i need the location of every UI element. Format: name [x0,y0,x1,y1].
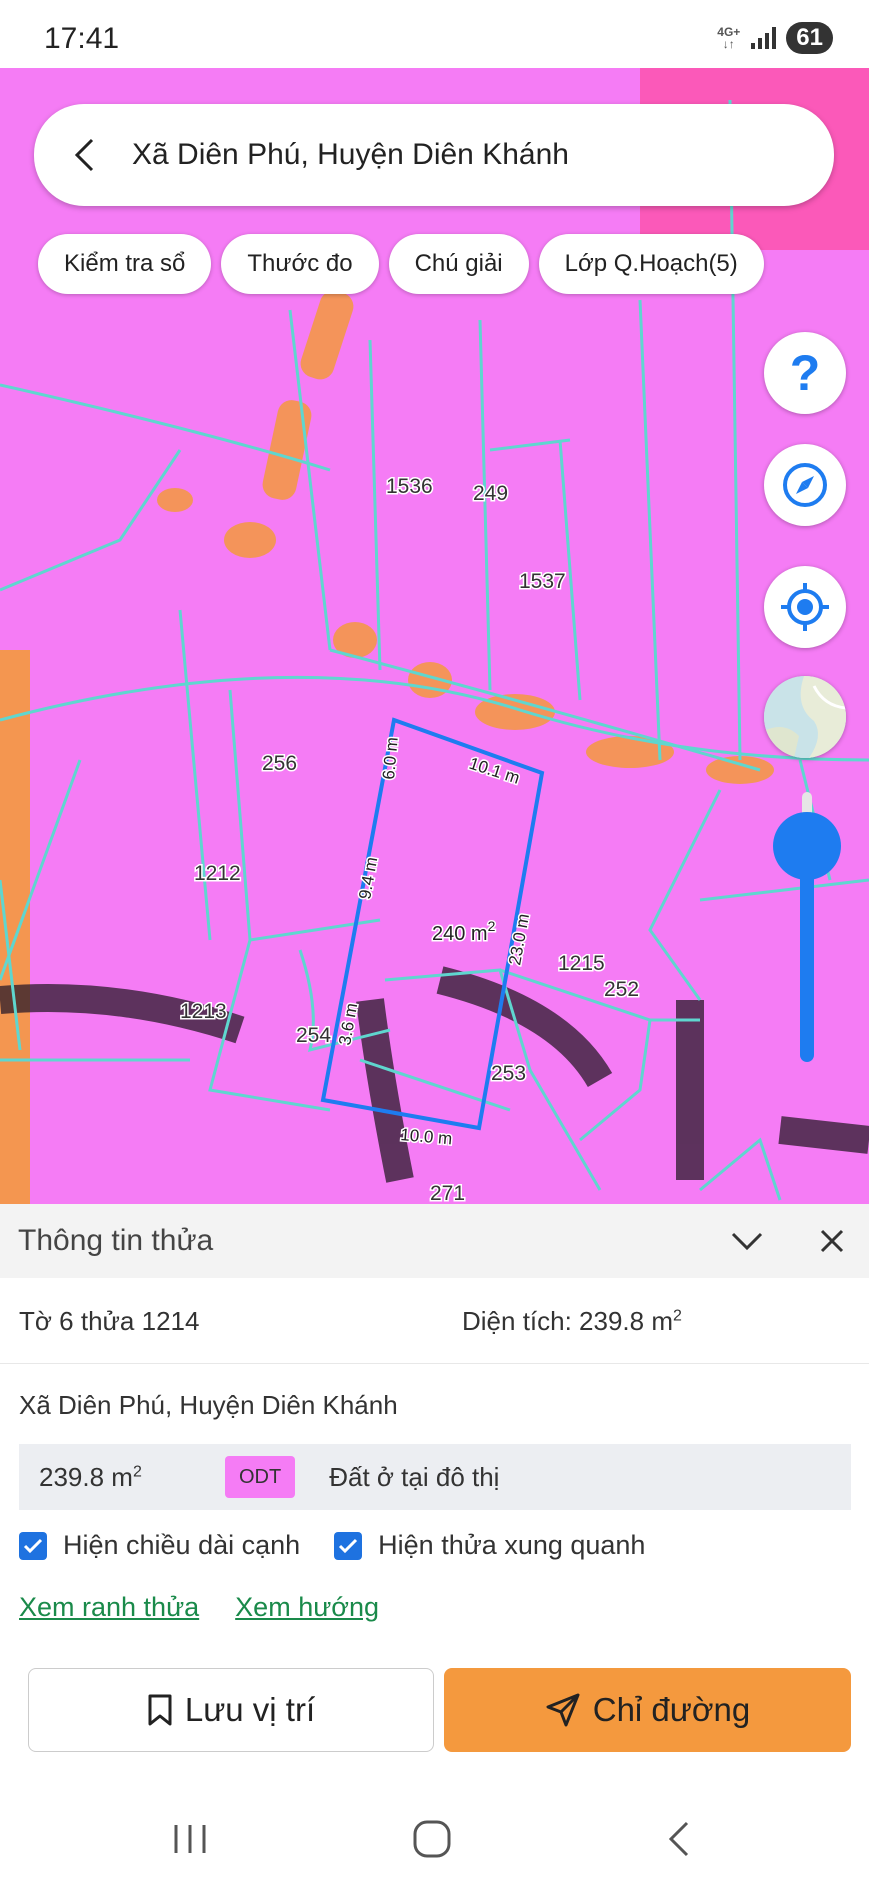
bookmark-icon [147,1693,173,1727]
planning-lines-dark [0,966,869,1183]
compass-button[interactable] [764,444,846,526]
parcel-info-panel: Thông tin thửa Tờ 6 thửa 1214 Diện tích:… [0,1204,869,1794]
recent-apps-icon[interactable] [160,1814,220,1864]
parcel-label-1537: 1537 [519,570,566,593]
status-time: 17:41 [44,22,120,55]
map-thumbnail-icon [764,676,846,758]
home-icon[interactable] [402,1814,462,1864]
land-use-code-badge: ODT [225,1456,296,1498]
back-nav-icon[interactable] [648,1814,708,1864]
network-indicator: 4G+ ↓↑ [717,26,740,50]
road-dashes [157,290,774,784]
land-use-area-text: 239.8 m [39,1461,133,1492]
directions-button[interactable]: Chỉ đường [444,1668,851,1752]
show-edge-lengths-label: Hiện chiều dài cạnh [63,1530,301,1560]
search-bar[interactable]: Xã Diên Phú, Huyện Diên Khánh [34,104,834,206]
chip-planning-layers[interactable]: Lớp Q.Hoạch(5) [538,234,764,294]
directions-label: Chỉ đường [592,1691,751,1728]
land-use-type: Đất ở tại đô thị [329,1461,500,1492]
parcel-label-271: 271 [430,1182,465,1204]
battery-badge: 61 [786,22,833,54]
crosshair-icon [781,583,829,631]
parcel-area: Diện tích: 239.8 m2 [462,1306,682,1337]
parcel-label-1213: 1213 [180,1000,227,1023]
parcel-area-text: Diện tích: 239.8 m [462,1306,673,1336]
parcel-label-254: 254 [296,1024,331,1047]
parcel-summary-row: Tờ 6 thửa 1214 Diện tích: 239.8 m2 [0,1278,869,1364]
land-use-row: 239.8 m2 ODT Đất ở tại đô thị [19,1444,851,1510]
parcel-label-252: 252 [604,978,639,1001]
edge-label-top: 10.1 m [467,754,522,788]
parcel-area-sup: 2 [673,1307,682,1325]
edge-label-left: 9.4 m [355,856,381,901]
zoom-slider-thumb[interactable] [773,812,841,880]
status-bar: 17:41 4G+ ↓↑ 61 [0,0,869,68]
parcel-label-1215: 1215 [558,952,605,975]
send-arrow-icon [545,1692,581,1728]
parcel-label-253: 253 [491,1062,526,1085]
map-layer-button[interactable] [764,676,846,758]
edge-label-bottom: 10.0 m [400,1125,453,1148]
map-view[interactable]: 1536 249 1537 256 1212 1215 252 1213 254… [0,68,869,1204]
show-neighbors-option[interactable]: Hiện thửa xung quanh [334,1530,645,1561]
close-icon[interactable] [815,1224,849,1258]
show-neighbors-checkbox[interactable] [334,1531,363,1560]
show-edge-lengths-checkbox[interactable] [19,1531,47,1560]
my-location-button[interactable] [764,566,846,648]
data-arrows-icon: ↓↑ [722,37,735,51]
signal-icon [751,27,777,49]
compass-icon [783,463,827,507]
parcel-label-1212: 1212 [194,862,241,885]
view-boundary-link[interactable]: Xem ranh thửa [19,1592,199,1623]
parcel-label-1536: 1536 [386,475,433,498]
parcel-address: Xã Diên Phú, Huyện Diên Khánh [19,1390,398,1420]
checkmark-icon [23,1538,43,1553]
chip-legend[interactable]: Chú giải [388,234,529,294]
panel-title: Thông tin thửa [18,1224,214,1257]
land-use-area: 239.8 m2 [39,1462,209,1493]
parcel-id: Tờ 6 thửa 1214 [19,1306,200,1336]
show-neighbors-label: Hiện thửa xung quanh [378,1530,646,1560]
options-row: Hiện chiều dài cạnh Hiện thửa xung quanh [19,1530,679,1561]
chip-check-book[interactable]: Kiểm tra sổ [38,234,212,294]
show-edge-lengths-option[interactable]: Hiện chiều dài cạnh [19,1530,300,1561]
question-mark-icon: ? [789,345,821,401]
land-use-area-sup: 2 [132,1462,142,1480]
collapse-chevron-icon[interactable] [730,1224,764,1258]
help-button[interactable]: ? [764,332,846,414]
chip-measure[interactable]: Thước đo [221,234,379,294]
save-location-label: Lưu vị trí [184,1691,316,1728]
location-title: Xã Diên Phú, Huyện Diên Khánh [132,138,569,171]
panel-header: Thông tin thửa [0,1204,869,1278]
chip-row: Kiểm tra sổ Thước đo Chú giải Lớp Q.Hoạc… [38,234,764,294]
edge-label-top-left: 6.0 m [379,736,402,780]
parcel-label-256: 256 [262,752,297,775]
status-icons: 4G+ ↓↑ 61 [717,22,833,54]
view-direction-link[interactable]: Xem hướng [235,1592,379,1623]
links-row: Xem ranh thửa Xem hướng [19,1592,379,1623]
zoom-slider[interactable] [773,792,841,1062]
save-location-button[interactable]: Lưu vị trí [28,1668,434,1752]
back-arrow-icon[interactable] [64,135,104,175]
parcel-label-249: 249 [473,482,508,505]
edge-label-right: 23.0 m [505,912,533,966]
system-nav-bar [0,1794,869,1884]
checkmark-icon [339,1538,358,1553]
parcel-area-label: 240 m2 [432,918,496,945]
